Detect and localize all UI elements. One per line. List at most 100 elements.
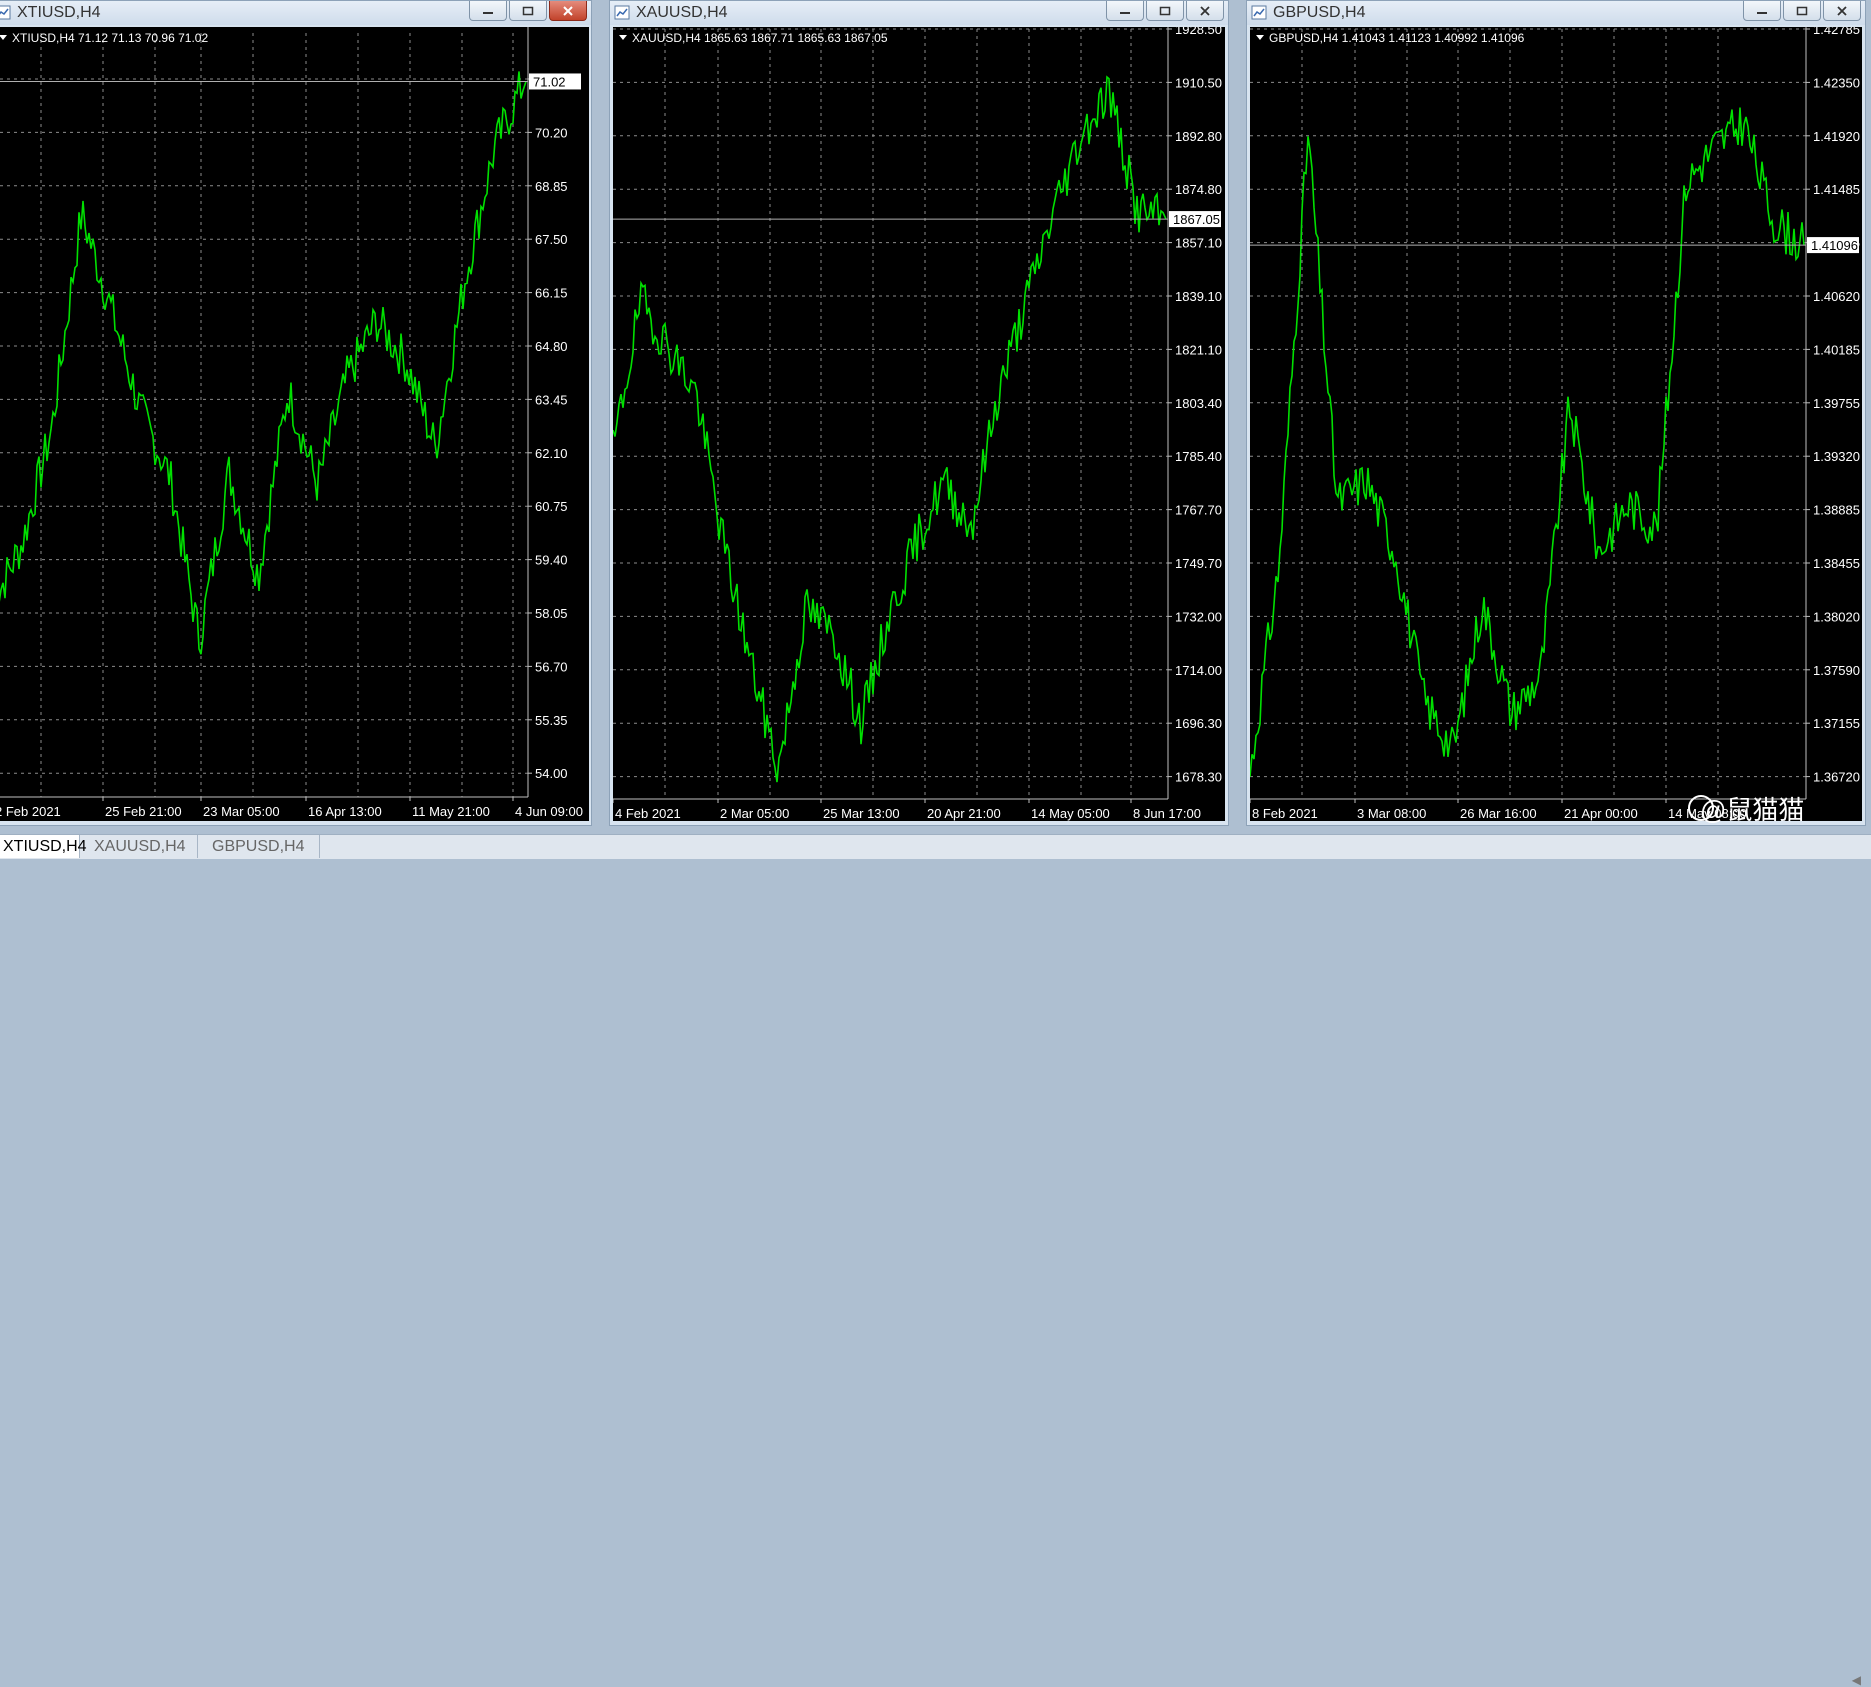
price-tick-label: 64.80 [535,339,568,354]
chart-canvas[interactable]: 1928.50 1910.50 1892.80 1874.80 1857.10 1839.… [613,27,1225,823]
maximize-icon [522,6,534,15]
maximize-icon [1796,6,1808,15]
time-tick-label: 25 Mar 13:00 [823,806,900,821]
price-tick-label: 1.39755 [1813,396,1860,411]
bid-price-label: 71.02 [533,74,566,89]
minimize-button[interactable] [1743,1,1781,21]
price-tick-label: 54.00 [535,766,568,781]
chart-window-gbpusd[interactable]: GBPUSD,H4 1.42785 1.42350 1.41920 1.41485 1.… [1246,0,1866,826]
price-tick-label: 62.10 [535,446,568,461]
time-tick-label: 16 Apr 13:00 [308,804,382,819]
tab-xauusd[interactable]: XAUUSD,H4 [80,835,198,858]
time-tick-label: 21 Apr 00:00 [1564,806,1638,821]
title-bar[interactable]: XAUUSD,H4 [610,1,1228,25]
price-tick-label: 1.37155 [1813,716,1860,731]
scroll-left-icon[interactable]: ◀ [1852,1673,1861,1687]
price-tick-label: 1.40620 [1813,289,1860,304]
time-tick-label: 14 May 05:00 [1031,806,1110,821]
bid-price-label: 1.41096 [1811,238,1858,253]
price-tick-label: 67.50 [535,232,568,247]
price-tick-label: 1874.80 [1175,182,1222,197]
time-tick-label: 11 May 21:00 [412,804,490,819]
tab-xtiusd[interactable]: XTIUSD,H4 [0,835,87,858]
symbol-info: GBPUSD,H4 1.41043 1.41123 1.40992 1.4109… [1269,31,1525,45]
price-tick-label: 1928.50 [1175,27,1222,37]
close-icon [1200,5,1210,16]
window-title: XTIUSD,H4 [17,4,101,21]
chart-tab-bar: XTIUSD,H4 XAUUSD,H4 GBPUSD,H4 ◀ [0,834,1871,1687]
minimize-button[interactable] [469,1,507,21]
maximize-icon [1159,6,1171,15]
time-tick-label: 4 Jun 09:00 [515,804,583,819]
minimize-icon [1757,11,1767,14]
close-button[interactable] [1823,1,1861,21]
time-tick-label: 2 Mar 05:00 [720,806,789,821]
price-series-line [1250,107,1805,777]
price-chart[interactable]: 1.427851.423501.419201.414851.410551.406… [1250,27,1862,821]
price-tick-label: 1.42350 [1813,75,1860,90]
price-tick-label: 56.70 [535,659,568,674]
time-tick-label: 2 Feb 2021 [0,804,61,819]
price-tick-label: 1803.40 [1175,396,1222,411]
close-button[interactable] [549,1,587,21]
price-tick-label: 1892.80 [1175,129,1222,144]
price-series-line [613,75,1167,783]
price-tick-label: 66.15 [535,286,568,301]
price-tick-label: 1.38885 [1813,503,1860,518]
price-tick-label: 1714.00 [1175,663,1222,678]
price-tick-label: 1839.10 [1175,289,1222,304]
window-title: GBPUSD,H4 [1273,4,1366,21]
tab-gbpusd[interactable]: GBPUSD,H4 [198,835,320,858]
price-tick-label: 1.38020 [1813,609,1860,624]
chart-window-icon [1251,5,1267,20]
maximize-button[interactable] [1146,1,1184,21]
price-tick-label: 1678.30 [1175,770,1222,785]
time-tick-label: 8 Feb 2021 [1252,806,1318,821]
price-tick-label: 1821.10 [1175,342,1222,357]
price-tick-label: 1767.70 [1175,503,1222,518]
chart-window-xauusd[interactable]: XAUUSD,H4 1928.50 1910.50 1892.80 1874.80 18… [609,0,1229,826]
price-tick-label: 1.37590 [1813,663,1860,678]
close-icon [563,5,573,16]
title-bar[interactable]: GBPUSD,H4 [1247,1,1865,25]
chart-window-icon [614,5,630,20]
minimize-icon [483,11,493,14]
maximize-button[interactable] [1783,1,1821,21]
price-tick-label: 1857.10 [1175,236,1222,251]
price-chart[interactable]: 1928.50 1910.50 1892.80 1874.80 1857.10 1839.… [613,27,1225,821]
minimize-button[interactable] [1106,1,1144,21]
maximize-button[interactable] [509,1,547,21]
chart-canvas[interactable]: 71.5570.2068.8567.5066.1564.8063.4562.10… [0,27,589,823]
price-tick-label: 1732.00 [1175,609,1222,624]
symbol-menu-icon [619,35,627,40]
time-tick-label: 8 Jun 17:00 [1133,806,1201,821]
price-tick-label: 1.36720 [1813,770,1860,785]
price-tick-label: 63.45 [535,392,568,407]
time-tick-label: 26 Mar 16:00 [1460,806,1537,821]
chart-window-icon [0,5,11,20]
time-tick-label: 4 Feb 2021 [615,806,681,821]
chart-canvas[interactable]: 1.427851.423501.419201.414851.410551.406… [1250,27,1862,823]
price-tick-label: 1.41485 [1813,182,1860,197]
price-tick-label: 1.40185 [1813,342,1860,357]
title-bar[interactable]: XTIUSD,H4 [0,1,591,25]
price-tick-label: 59.40 [535,553,568,568]
symbol-info: XTIUSD,H4 71.12 71.13 70.96 71.02 [12,31,208,45]
price-tick-label: 1749.70 [1175,556,1222,571]
price-chart[interactable]: 71.5570.2068.8567.5066.1564.8063.4562.10… [0,27,589,821]
close-button[interactable] [1186,1,1224,21]
time-tick-label: 23 Mar 05:00 [203,804,280,819]
symbol-menu-icon [0,35,7,40]
price-tick-label: 1696.30 [1175,716,1222,731]
price-tick-label: 58.05 [535,606,568,621]
price-tick-label: 1.42785 [1813,27,1860,37]
price-series-line [0,71,527,655]
price-tick-label: 1.39320 [1813,449,1860,464]
time-tick-label: 3 Mar 08:00 [1357,806,1426,821]
symbol-menu-icon [1256,35,1264,40]
price-tick-label: 1.41920 [1813,129,1860,144]
chart-window-xtiusd[interactable]: XTIUSD,H4 71.5570.2068.8567.5066.1564.80… [0,0,592,826]
close-icon [1837,5,1847,16]
time-tick-label: 20 Apr 21:00 [927,806,1001,821]
price-tick-label: 55.35 [535,713,568,728]
